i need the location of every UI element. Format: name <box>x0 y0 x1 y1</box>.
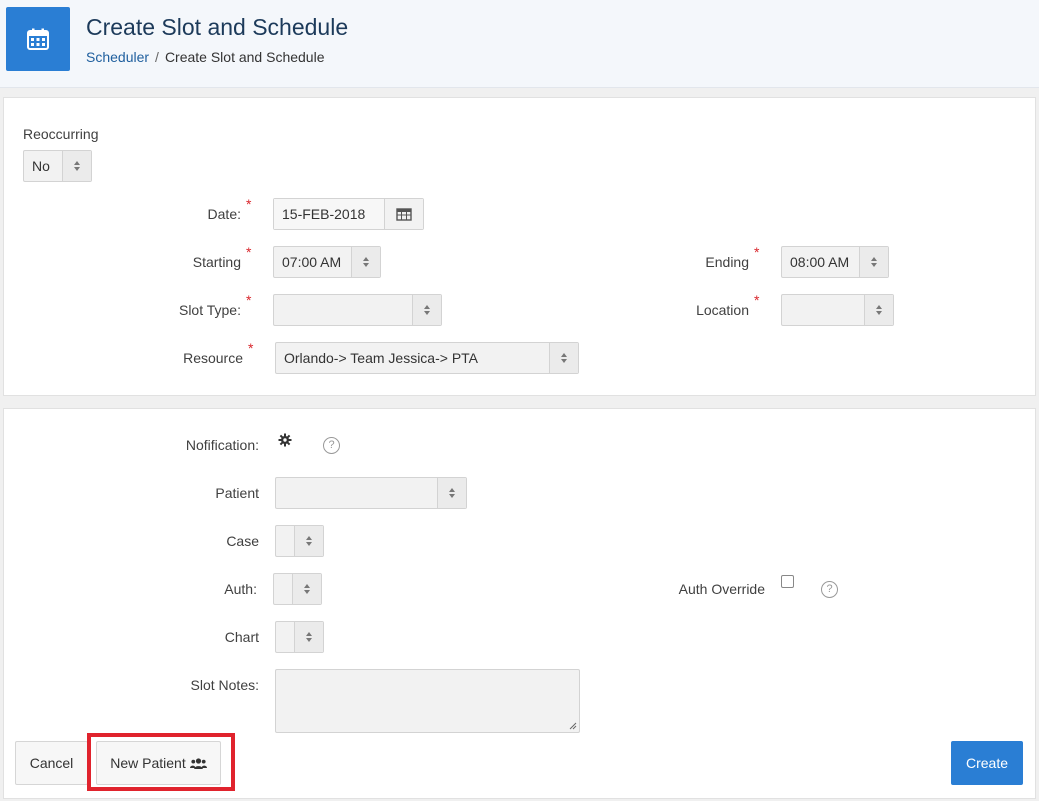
required-marker: * <box>754 292 760 308</box>
resource-label: Resource <box>183 350 243 366</box>
sort-arrows-icon <box>62 151 91 181</box>
starting-time-select[interactable]: 07:00 AM <box>273 246 381 278</box>
required-marker: * <box>248 340 254 356</box>
starting-label: Starting <box>192 254 241 270</box>
auth-override-checkbox[interactable] <box>781 575 794 588</box>
chart-select[interactable] <box>275 621 324 653</box>
required-marker: * <box>246 196 252 212</box>
date-label: Date: <box>207 206 241 222</box>
help-icon[interactable]: ? <box>323 437 340 454</box>
slot-type-label: Slot Type: <box>178 302 241 318</box>
case-label: Case <box>226 533 259 549</box>
date-field[interactable]: 15-FEB-2018 <box>273 198 424 230</box>
sort-arrows-icon <box>549 343 578 373</box>
sort-arrows-icon <box>412 295 441 325</box>
breadcrumb-current: Create Slot and Schedule <box>164 49 325 65</box>
resource-value: Orlando-> Team Jessica-> PTA <box>284 350 479 366</box>
resource-select[interactable]: Orlando-> Team Jessica-> PTA <box>275 342 579 374</box>
gear-icon[interactable] <box>278 433 292 450</box>
highlight-box <box>87 733 235 791</box>
sort-arrows-icon <box>859 247 888 277</box>
required-marker: * <box>246 244 252 260</box>
slot-notes-textarea[interactable] <box>275 669 580 733</box>
resize-handle-icon[interactable] <box>569 722 577 730</box>
reoccurring-label: Reoccurring <box>23 126 99 142</box>
page-title: Create Slot and Schedule <box>86 14 349 40</box>
sort-arrows-icon <box>294 622 323 652</box>
sort-arrows-icon <box>351 247 380 277</box>
sort-arrows-icon <box>437 478 466 508</box>
calendar-icon <box>6 7 70 71</box>
auth-select[interactable] <box>273 573 322 605</box>
breadcrumb: Scheduler / Create Slot and Schedule <box>86 49 325 65</box>
breadcrumb-separator: / <box>155 49 159 65</box>
page-header: Create Slot and Schedule Scheduler / Creat… <box>0 0 1039 88</box>
slot-notes-label: Slot Notes: <box>190 677 259 693</box>
auth-label: Auth: <box>224 581 257 597</box>
required-marker: * <box>754 244 760 260</box>
sort-arrows-icon <box>864 295 893 325</box>
ending-label: Ending <box>705 254 749 270</box>
patient-select[interactable] <box>275 477 467 509</box>
date-value: 15-FEB-2018 <box>274 199 385 229</box>
sort-arrows-icon <box>294 526 323 556</box>
breadcrumb-scheduler-link[interactable]: Scheduler <box>86 49 149 65</box>
sort-arrows-icon <box>292 574 321 604</box>
chart-label: Chart <box>224 629 259 645</box>
auth-override-label: Auth Override <box>678 581 765 597</box>
create-button[interactable]: Create <box>951 741 1023 785</box>
ending-time-select[interactable]: 08:00 AM <box>781 246 889 278</box>
help-icon[interactable]: ? <box>821 581 838 598</box>
slot-type-select[interactable] <box>273 294 442 326</box>
notification-label: Nofification: <box>185 437 259 453</box>
cancel-button[interactable]: Cancel <box>15 741 88 785</box>
calendar-picker-icon[interactable] <box>385 199 423 229</box>
patient-label: Patient <box>215 485 259 501</box>
reoccurring-select[interactable]: No <box>23 150 92 182</box>
location-label: Location <box>696 302 749 318</box>
case-select[interactable] <box>275 525 324 557</box>
location-select[interactable] <box>781 294 894 326</box>
ending-time-value: 08:00 AM <box>790 254 850 270</box>
starting-time-value: 07:00 AM <box>282 254 342 270</box>
required-marker: * <box>246 292 252 308</box>
reoccurring-value: No <box>32 158 50 174</box>
